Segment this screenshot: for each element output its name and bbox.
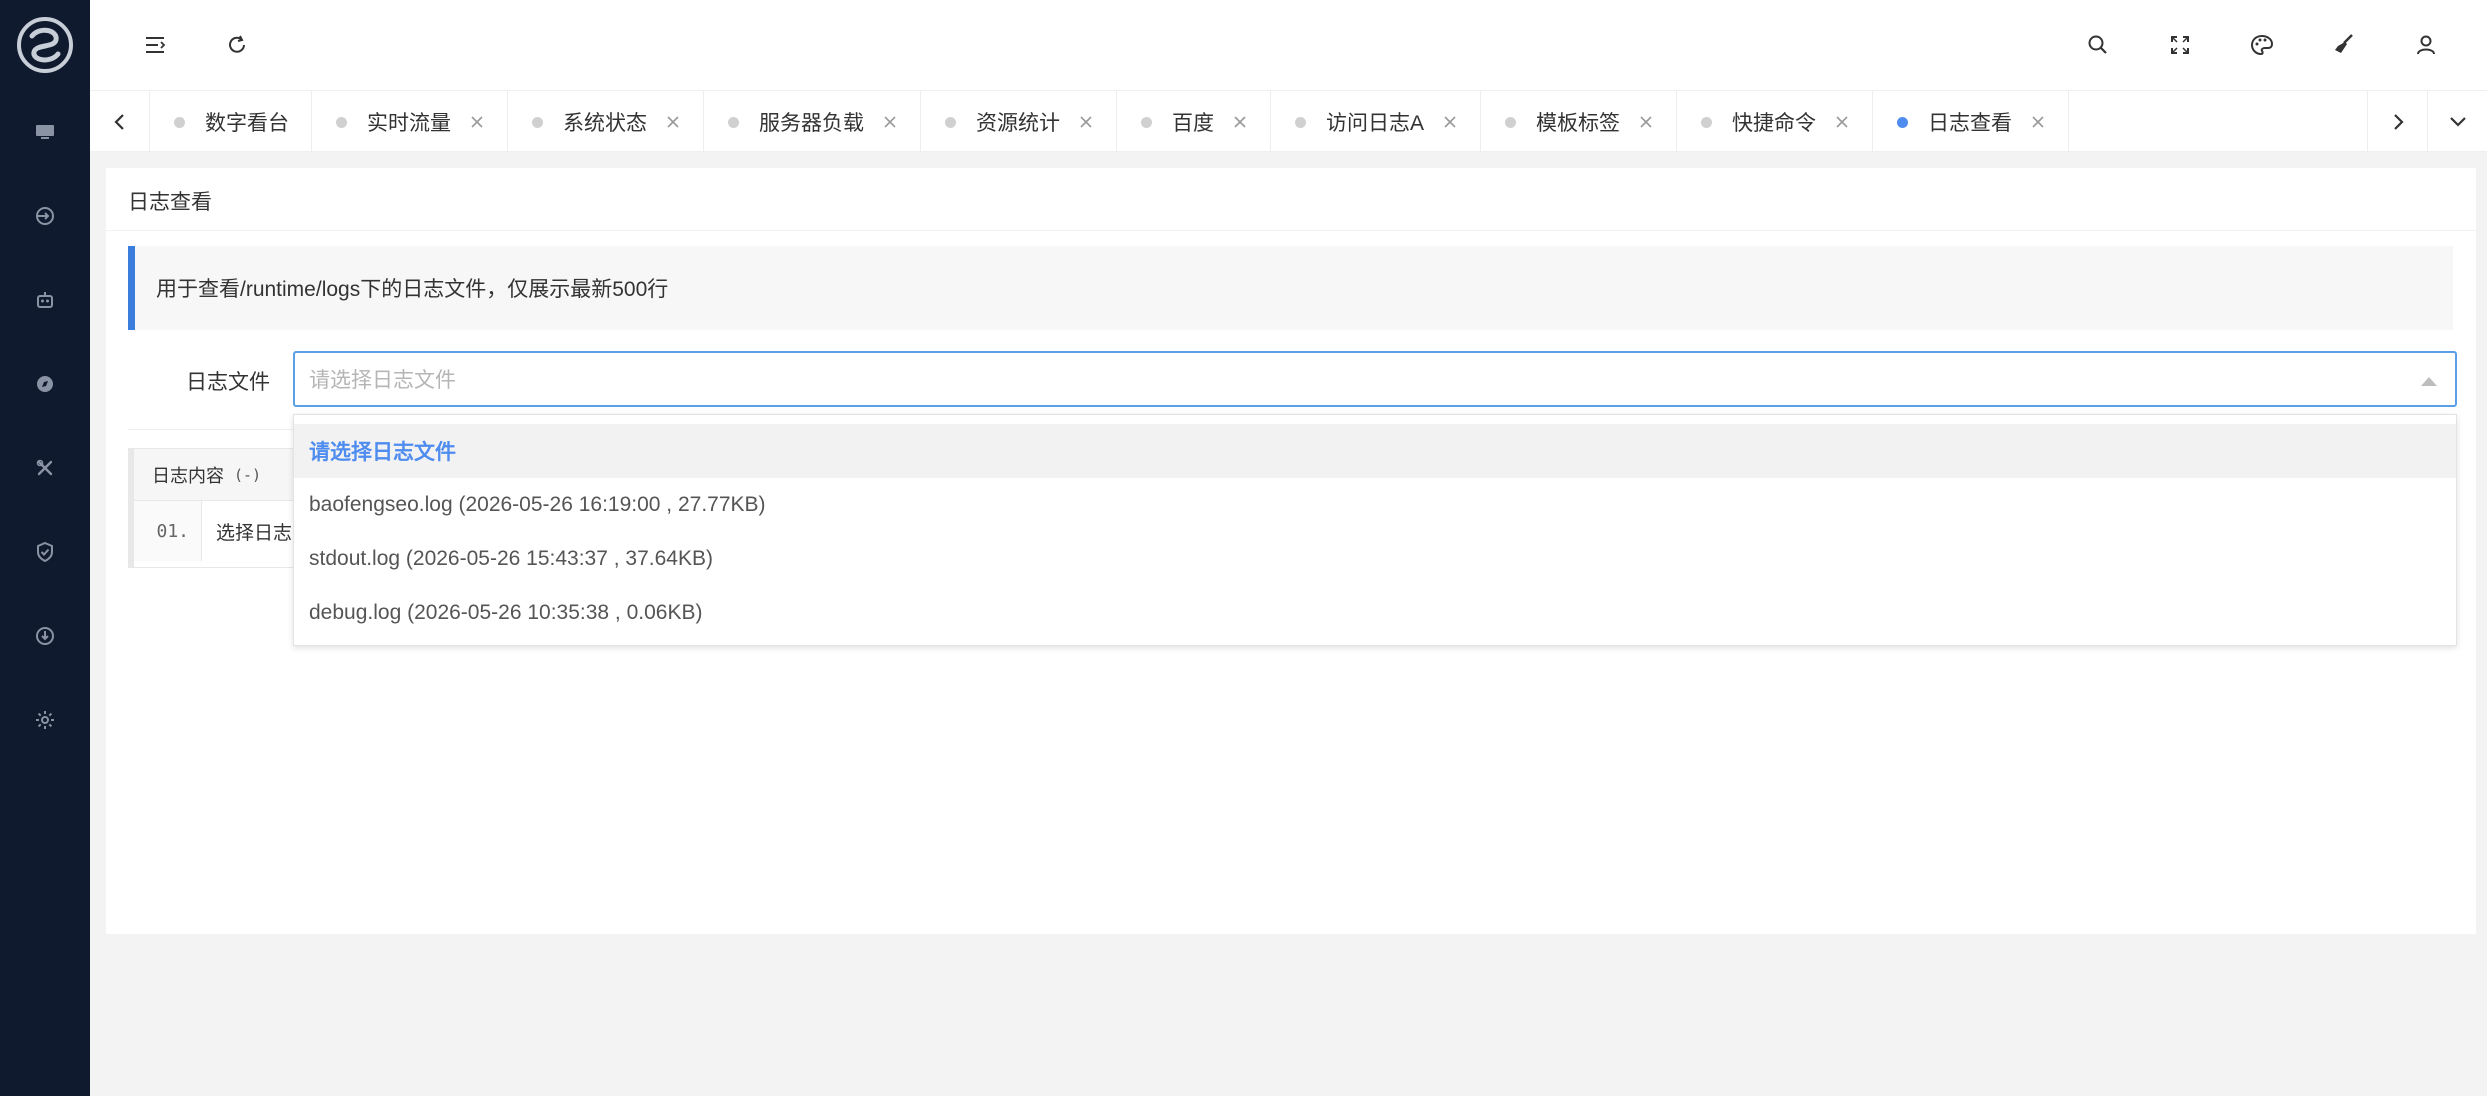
tab-scroll-left-button[interactable]: [90, 91, 150, 153]
tab-bar: 数字看台 实时流量 系统状态 服务器负载 资源统计 百度 访问日志A 模板标签 …: [90, 90, 2487, 153]
close-icon[interactable]: [1078, 114, 1094, 130]
log-content-title: 日志内容: [152, 465, 224, 486]
user-icon[interactable]: [2405, 24, 2447, 66]
tab-label: 百度: [1172, 112, 1214, 135]
close-icon[interactable]: [2030, 114, 2046, 130]
app-logo-icon[interactable]: [14, 14, 76, 76]
tab-label: 快捷命令: [1732, 112, 1817, 135]
refresh-icon[interactable]: [216, 24, 258, 66]
compass-icon[interactable]: [25, 364, 65, 404]
menu-fold-icon[interactable]: [134, 24, 176, 66]
traffic-icon[interactable]: [25, 196, 65, 236]
tab-label: 访问日志A: [1326, 112, 1425, 135]
divider: [106, 230, 2476, 231]
tab-status-dot: [1141, 116, 1152, 128]
tab-server-load[interactable]: 服务器负载: [704, 91, 921, 153]
tab-label: 资源统计: [976, 112, 1060, 135]
close-icon[interactable]: [1834, 114, 1850, 130]
tools-icon[interactable]: [25, 448, 65, 488]
tab-status-dot: [1295, 116, 1306, 128]
tab-digital-board[interactable]: 数字看台: [150, 91, 312, 153]
dropdown-option-debug-log[interactable]: debug.log (2026-05-26 10:35:38 , 0.06KB): [294, 586, 2456, 640]
tab-label: 实时流量: [367, 112, 451, 135]
dropdown-option-stdout-log[interactable]: stdout.log (2026-05-26 15:43:37 , 37.64K…: [294, 532, 2456, 586]
log-file-select[interactable]: 请选择日志文件: [293, 351, 2457, 407]
tab-resource-stats[interactable]: 资源统计: [921, 91, 1117, 153]
tab-label: 模板标签: [1536, 112, 1621, 135]
tab-template-tags[interactable]: 模板标签: [1481, 91, 1678, 153]
tab-access-log-a[interactable]: 访问日志A: [1271, 91, 1482, 153]
line-text: 选择日志: [216, 522, 293, 544]
tab-quick-commands[interactable]: 快捷命令: [1677, 91, 1874, 153]
dropdown-option-baofengseo-log[interactable]: baofengseo.log (2026-05-26 16:19:00 , 27…: [294, 478, 2456, 532]
search-icon[interactable]: [2077, 24, 2119, 66]
tab-status-dot: [336, 116, 347, 128]
sidebar: [0, 0, 90, 1096]
dropdown-option-placeholder[interactable]: 请选择日志文件: [294, 424, 2456, 478]
close-icon[interactable]: [1232, 114, 1248, 130]
tab-realtime-traffic[interactable]: 实时流量: [312, 91, 508, 153]
log-file-dropdown: 请选择日志文件 baofengseo.log (2026-05-26 16:19…: [293, 414, 2457, 646]
tab-list: 数字看台 实时流量 系统状态 服务器负载 资源统计 百度 访问日志A 模板标签 …: [150, 91, 2070, 153]
fullscreen-icon[interactable]: [2159, 24, 2201, 66]
close-icon[interactable]: [1442, 114, 1458, 130]
settings-icon[interactable]: [25, 700, 65, 740]
close-icon[interactable]: [882, 114, 898, 130]
notice-quote: 用于查看/runtime/logs下的日志文件，仅展示最新500行: [128, 246, 2453, 330]
download-icon[interactable]: [25, 616, 65, 656]
line-number: 01.: [134, 501, 202, 561]
tab-status-dot: [532, 116, 543, 128]
log-content-meta: (-): [234, 465, 262, 484]
tab-label: 系统状态: [563, 112, 647, 135]
tab-log-viewer[interactable]: 日志查看: [1873, 91, 2070, 153]
theme-palette-icon[interactable]: [2241, 24, 2283, 66]
close-icon[interactable]: [469, 114, 485, 130]
tab-label: 服务器负载: [759, 112, 864, 135]
caret-up-icon: [2421, 377, 2437, 386]
tab-status-dot: [945, 116, 956, 128]
clear-cache-brush-icon[interactable]: [2323, 24, 2365, 66]
robot-icon[interactable]: [25, 280, 65, 320]
monitor-icon[interactable]: [25, 112, 65, 152]
tab-system-status[interactable]: 系统状态: [508, 91, 704, 153]
tab-scroll-right-button[interactable]: [2367, 91, 2427, 153]
tab-baidu[interactable]: 百度: [1117, 91, 1271, 153]
notice-text: 用于查看/runtime/logs下的日志文件，仅展示最新500行: [156, 278, 669, 301]
tab-label: 数字看台: [205, 112, 289, 135]
tab-menu-dropdown-button[interactable]: [2427, 91, 2487, 153]
shield-icon[interactable]: [25, 532, 65, 572]
tab-status-dot: [174, 116, 185, 128]
close-icon[interactable]: [665, 114, 681, 130]
log-file-label: 日志文件: [186, 371, 270, 394]
tab-label: 日志查看: [1928, 112, 2013, 135]
tab-status-dot: [1701, 116, 1713, 128]
close-icon[interactable]: [1638, 114, 1654, 130]
tab-status-dot: [1505, 116, 1517, 128]
select-placeholder: 请选择日志文件: [309, 369, 456, 392]
tab-status-dot: [728, 116, 739, 128]
tab-status-dot: [1897, 116, 1909, 128]
top-header: [90, 0, 2487, 90]
page-title: 日志查看: [128, 191, 212, 214]
